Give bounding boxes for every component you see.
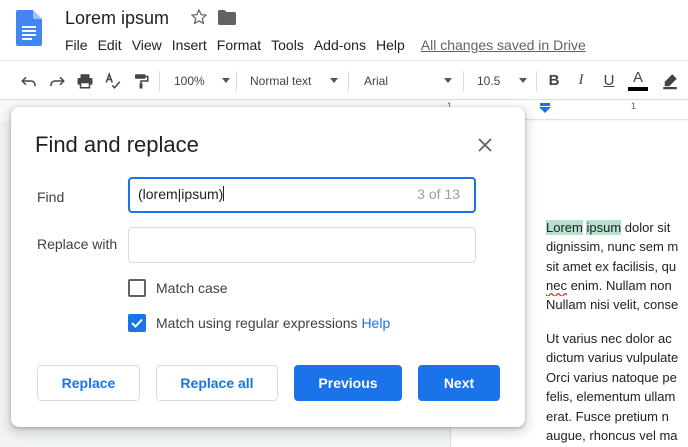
formatting-toolbar: 100% Normal text Arial 10.5 B I U A xyxy=(0,60,688,100)
menu-bar: File Edit View Insert Format Tools Add-o… xyxy=(60,35,586,55)
previous-button[interactable]: Previous xyxy=(294,365,402,401)
doc-line: Lorem ipsum dolor sit xyxy=(546,218,688,238)
doc-line: Nullam nisi velit, conse xyxy=(546,297,679,312)
font-size-value: 10.5 xyxy=(477,73,501,88)
menu-tools[interactable]: Tools xyxy=(266,35,309,55)
replace-all-button[interactable]: Replace all xyxy=(156,365,278,401)
paragraph-style-select[interactable]: Normal text xyxy=(250,61,342,100)
dialog-title: Find and replace xyxy=(35,132,199,157)
regex-label: Match using regular expressions Help xyxy=(156,315,390,331)
text-color-swatch xyxy=(628,87,648,91)
underline-button[interactable]: U xyxy=(599,61,619,100)
replace-button[interactable]: Replace xyxy=(37,365,140,401)
doc-line: Ut varius nec dolor ac xyxy=(546,331,672,346)
docs-logo-icon[interactable] xyxy=(16,10,42,46)
redo-icon[interactable] xyxy=(46,61,68,100)
folder-icon[interactable] xyxy=(218,10,236,25)
menu-add-ons[interactable]: Add-ons xyxy=(309,35,371,55)
text-color-button[interactable]: A xyxy=(627,61,649,100)
doc-line: felis, elementum ullam xyxy=(546,389,676,404)
doc-text: enim. Nullam non xyxy=(566,278,672,293)
doc-line: dictum varius vulpulate xyxy=(546,350,679,365)
toolbar-divider xyxy=(348,71,349,91)
toolbar-divider xyxy=(236,71,237,91)
match-count: 3 of 13 xyxy=(417,186,460,202)
document-title[interactable]: Lorem ipsum xyxy=(65,7,169,29)
menu-file[interactable]: File xyxy=(60,35,93,55)
search-match-highlight: Lorem xyxy=(546,220,583,235)
print-icon[interactable] xyxy=(74,61,96,100)
ruler-number: 1 xyxy=(631,101,637,111)
indent-marker-icon[interactable] xyxy=(539,100,551,113)
match-case-label[interactable]: Match case xyxy=(156,280,228,296)
font-size-select[interactable]: 10.5 xyxy=(477,61,529,100)
menu-format[interactable]: Format xyxy=(212,35,266,55)
undo-icon[interactable] xyxy=(18,61,40,100)
highlight-color-icon[interactable] xyxy=(659,61,681,100)
toolbar-divider xyxy=(159,71,160,91)
find-label: Find xyxy=(37,189,65,205)
italic-button[interactable]: I xyxy=(571,61,591,100)
save-status-link[interactable]: All changes saved in Drive xyxy=(421,35,586,55)
text-cursor xyxy=(223,186,225,201)
search-match-highlight: ipsum xyxy=(586,220,622,235)
chevron-down-icon xyxy=(222,78,230,83)
find-input[interactable]: (lorem|ipsum) 3 of 13 xyxy=(128,177,476,213)
doc-line: nec enim. Nullam non xyxy=(546,276,688,296)
menu-edit[interactable]: Edit xyxy=(93,35,127,55)
toolbar-divider xyxy=(463,71,464,91)
zoom-value: 100% xyxy=(174,73,205,88)
menu-insert[interactable]: Insert xyxy=(167,35,212,55)
spellcheck-icon[interactable] xyxy=(102,61,124,100)
doc-line: sit amet ex facilisis, qu xyxy=(546,259,677,274)
bold-button[interactable]: B xyxy=(544,61,564,100)
match-case-checkbox[interactable] xyxy=(128,279,146,297)
doc-line: dignissim, nunc sem m xyxy=(546,239,679,254)
font-select[interactable]: Arial xyxy=(364,61,456,100)
app-header: Lorem ipsum File Edit View Insert Format… xyxy=(0,0,688,60)
find-input-value: (lorem|ipsum) xyxy=(138,186,225,202)
doc-line: erat. Fusce pretium n xyxy=(546,409,669,424)
chevron-down-icon xyxy=(519,78,527,83)
doc-text: dolor sit xyxy=(621,220,671,235)
replace-input[interactable] xyxy=(128,227,476,263)
menu-help[interactable]: Help xyxy=(371,35,410,55)
spelling-error[interactable]: nec xyxy=(546,278,567,293)
find-query-text: (lorem|ipsum) xyxy=(138,186,224,202)
paint-format-icon[interactable] xyxy=(130,61,152,100)
toolbar-divider xyxy=(536,71,537,91)
paragraph-style-value: Normal text xyxy=(250,73,312,88)
font-value: Arial xyxy=(364,73,389,88)
next-button[interactable]: Next xyxy=(418,365,500,401)
regex-checkbox[interactable] xyxy=(128,314,146,332)
help-link[interactable]: Help xyxy=(361,315,390,331)
replace-label: Replace with xyxy=(37,236,118,252)
find-replace-dialog: Find and replace Find (lorem|ipsum) 3 of… xyxy=(11,107,525,427)
text-color-letter: A xyxy=(632,69,643,86)
doc-line: augue, rhoncus vel ma xyxy=(546,428,678,443)
doc-line: Orci varius natoque pe xyxy=(546,370,677,385)
close-icon[interactable] xyxy=(473,133,497,157)
zoom-select[interactable]: 100% xyxy=(174,61,232,100)
checkmark-icon xyxy=(131,318,143,328)
star-icon[interactable] xyxy=(190,8,208,26)
regex-label-text[interactable]: Match using regular expressions xyxy=(156,315,358,331)
chevron-down-icon xyxy=(444,78,452,83)
menu-view[interactable]: View xyxy=(127,35,167,55)
chevron-down-icon xyxy=(330,78,338,83)
